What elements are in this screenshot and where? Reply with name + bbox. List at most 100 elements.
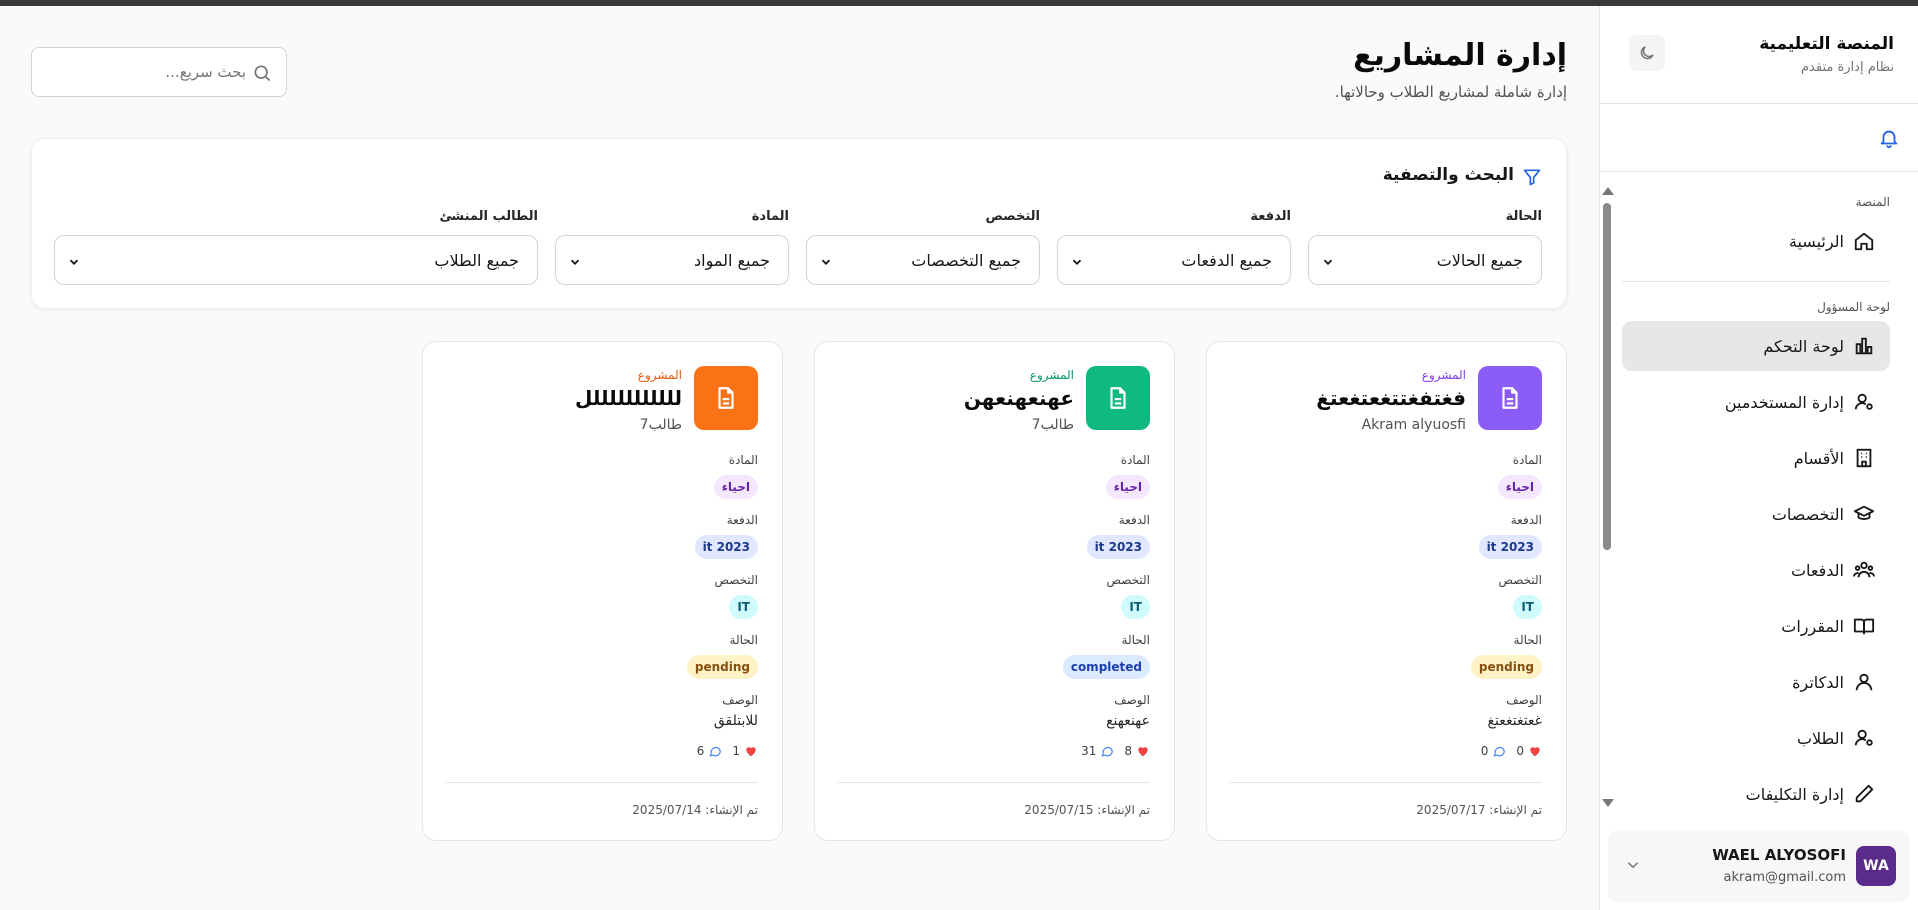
brand-subtitle: نظام إدارة متقدم — [1801, 60, 1894, 75]
project-title: لللللللللللل — [574, 386, 682, 410]
sidebar-item-batches[interactable]: الدفعات — [1622, 545, 1890, 595]
heart-icon — [1138, 747, 1148, 757]
student-filter-value: جميع الطلاب — [434, 250, 519, 270]
sidebar-item-user-management[interactable]: إدارة المستخدمين — [1622, 377, 1890, 427]
batch-label: الدفعة — [726, 513, 758, 527]
created-date: تم الإنشاء: 2025/07/14 — [632, 803, 758, 817]
user-email: akram@gmail.com — [1723, 870, 1846, 885]
sidebar-item-assignments[interactable]: إدارة التكليفات — [1622, 769, 1890, 813]
search-icon — [252, 63, 272, 83]
quick-search[interactable] — [31, 47, 287, 97]
likes-stat[interactable]: 1 — [732, 744, 758, 758]
chevron-down-icon — [819, 254, 833, 273]
scrollbar-thumb[interactable] — [1603, 203, 1611, 550]
project-stats: 1 6 — [697, 744, 758, 758]
user-name: WAEL ALYOSOFI — [1712, 846, 1846, 864]
description-label: الوصف — [1114, 693, 1150, 707]
specialization-label: التخصص — [1498, 573, 1542, 587]
project-description: للابتلقق — [713, 713, 758, 729]
project-owner: طالب7 — [1031, 417, 1074, 433]
created-date: تم الإنشاء: 2025/07/15 — [1024, 803, 1150, 817]
comments-count: 6 — [696, 744, 705, 758]
sidebar-item-label: الأقسام — [1793, 448, 1844, 468]
user-cog-icon — [1852, 726, 1876, 750]
batch-label: الدفعة — [1118, 513, 1150, 527]
project-card[interactable]: المشروع فغتفغتتغعتغعتغ Akram alyuosfi ال… — [1206, 341, 1567, 841]
project-card[interactable]: المشروع لللللللللللل طالب7 المادة احياء … — [422, 341, 783, 841]
sidebar-item-departments[interactable]: الأقسام — [1622, 433, 1890, 483]
student-filter-select[interactable]: جميع الطلاب — [54, 235, 538, 285]
project-title: عهنعهنعهن — [963, 386, 1074, 410]
scroll-down-icon[interactable] — [1602, 799, 1614, 807]
sidebar-item-home[interactable]: الرئيسية — [1622, 216, 1890, 266]
subject-badge: احياء — [1105, 475, 1150, 499]
project-stats: 0 0 — [1481, 744, 1542, 758]
nav-group-admin: لوحة المسؤول — [1817, 300, 1890, 314]
filter-panel: البحث والتصفية الحالة جميع الحالات الدفع… — [31, 138, 1567, 309]
chevron-down-icon[interactable] — [1624, 856, 1642, 878]
comment-icon — [709, 746, 722, 757]
status-label: الحالة — [729, 633, 758, 647]
document-icon — [694, 366, 758, 430]
status-filter-select[interactable]: جميع الحالات — [1308, 235, 1542, 285]
book-icon — [1852, 614, 1876, 638]
chevron-down-icon — [568, 254, 582, 273]
specialization-filter-select[interactable]: جميع التخصصات — [806, 235, 1040, 285]
theme-toggle-button[interactable] — [1629, 35, 1665, 71]
comments-count: 31 — [1081, 744, 1097, 758]
batch-filter-select[interactable]: جميع الدفعات — [1057, 235, 1291, 285]
description-label: الوصف — [722, 693, 758, 707]
likes-count: 0 — [1516, 744, 1524, 758]
building-icon — [1852, 446, 1876, 470]
sidebar-item-label: الطلاب — [1796, 728, 1844, 748]
moon-icon — [1640, 46, 1654, 60]
filter-title: البحث والتصفية — [1382, 165, 1514, 185]
subject-label: المادة — [728, 453, 758, 467]
sidebar-item-dashboard[interactable]: لوحة التحكم — [1622, 321, 1890, 371]
likes-stat[interactable]: 8 — [1124, 744, 1150, 758]
project-title: فغتفغتتغعتغعتغ — [1316, 386, 1466, 410]
status-badge: pending — [686, 655, 758, 679]
brand-title: المنصة التعليمية — [1759, 34, 1894, 54]
scroll-up-icon[interactable] — [1602, 187, 1614, 195]
sidebar-item-students[interactable]: الطلاب — [1622, 713, 1890, 763]
home-icon — [1852, 229, 1876, 253]
comments-stat[interactable]: 0 — [1481, 744, 1507, 758]
document-icon — [1086, 366, 1150, 430]
likes-stat[interactable]: 0 — [1516, 744, 1542, 758]
graduation-cap-icon — [1852, 502, 1876, 526]
specialization-filter-value: جميع التخصصات — [911, 250, 1021, 270]
created-date: تم الإنشاء: 2025/07/17 — [1416, 803, 1542, 817]
status-filter-label: الحالة — [1505, 209, 1542, 224]
sidebar-item-courses[interactable]: المقررات — [1622, 601, 1890, 651]
notifications-row — [1599, 104, 1918, 172]
card-divider — [1229, 782, 1542, 783]
bell-icon[interactable] — [1876, 125, 1902, 151]
project-card[interactable]: المشروع عهنعهنعهن طالب7 المادة احياء الد… — [814, 341, 1175, 841]
avatar: WA — [1856, 846, 1896, 886]
heart-icon — [746, 747, 756, 757]
comments-stat[interactable]: 31 — [1081, 744, 1114, 758]
comment-icon — [1101, 746, 1114, 757]
nav-group-platform: المنصة — [1855, 195, 1890, 209]
description-label: الوصف — [1506, 693, 1542, 707]
batch-label: الدفعة — [1510, 513, 1542, 527]
subject-filter-select[interactable]: جميع المواد — [555, 235, 789, 285]
page-title: إدارة المشاريع — [1353, 38, 1567, 73]
search-input[interactable] — [46, 48, 246, 96]
status-filter-value: جميع الحالات — [1436, 250, 1523, 270]
sidebar-item-specializations[interactable]: التخصصات — [1622, 489, 1890, 539]
document-icon — [1478, 366, 1542, 430]
sidebar-item-label: الرئيسية — [1788, 231, 1844, 251]
comments-count: 0 — [1480, 744, 1489, 758]
sidebar-item-doctors[interactable]: الدكاترة — [1622, 657, 1890, 707]
batch-filter-value: جميع الدفعات — [1181, 250, 1272, 270]
specialization-badge: IT — [729, 595, 758, 619]
specialization-badge: IT — [1121, 595, 1150, 619]
comments-stat[interactable]: 6 — [697, 744, 723, 758]
bar-chart-icon — [1852, 334, 1876, 358]
user-menu[interactable]: WA WAEL ALYOSOFI akram@gmail.com — [1608, 830, 1910, 902]
student-filter-label: الطالب المنشئ — [439, 209, 538, 224]
user-icon — [1852, 670, 1876, 694]
sidebar-scrollbar[interactable] — [1599, 187, 1614, 807]
